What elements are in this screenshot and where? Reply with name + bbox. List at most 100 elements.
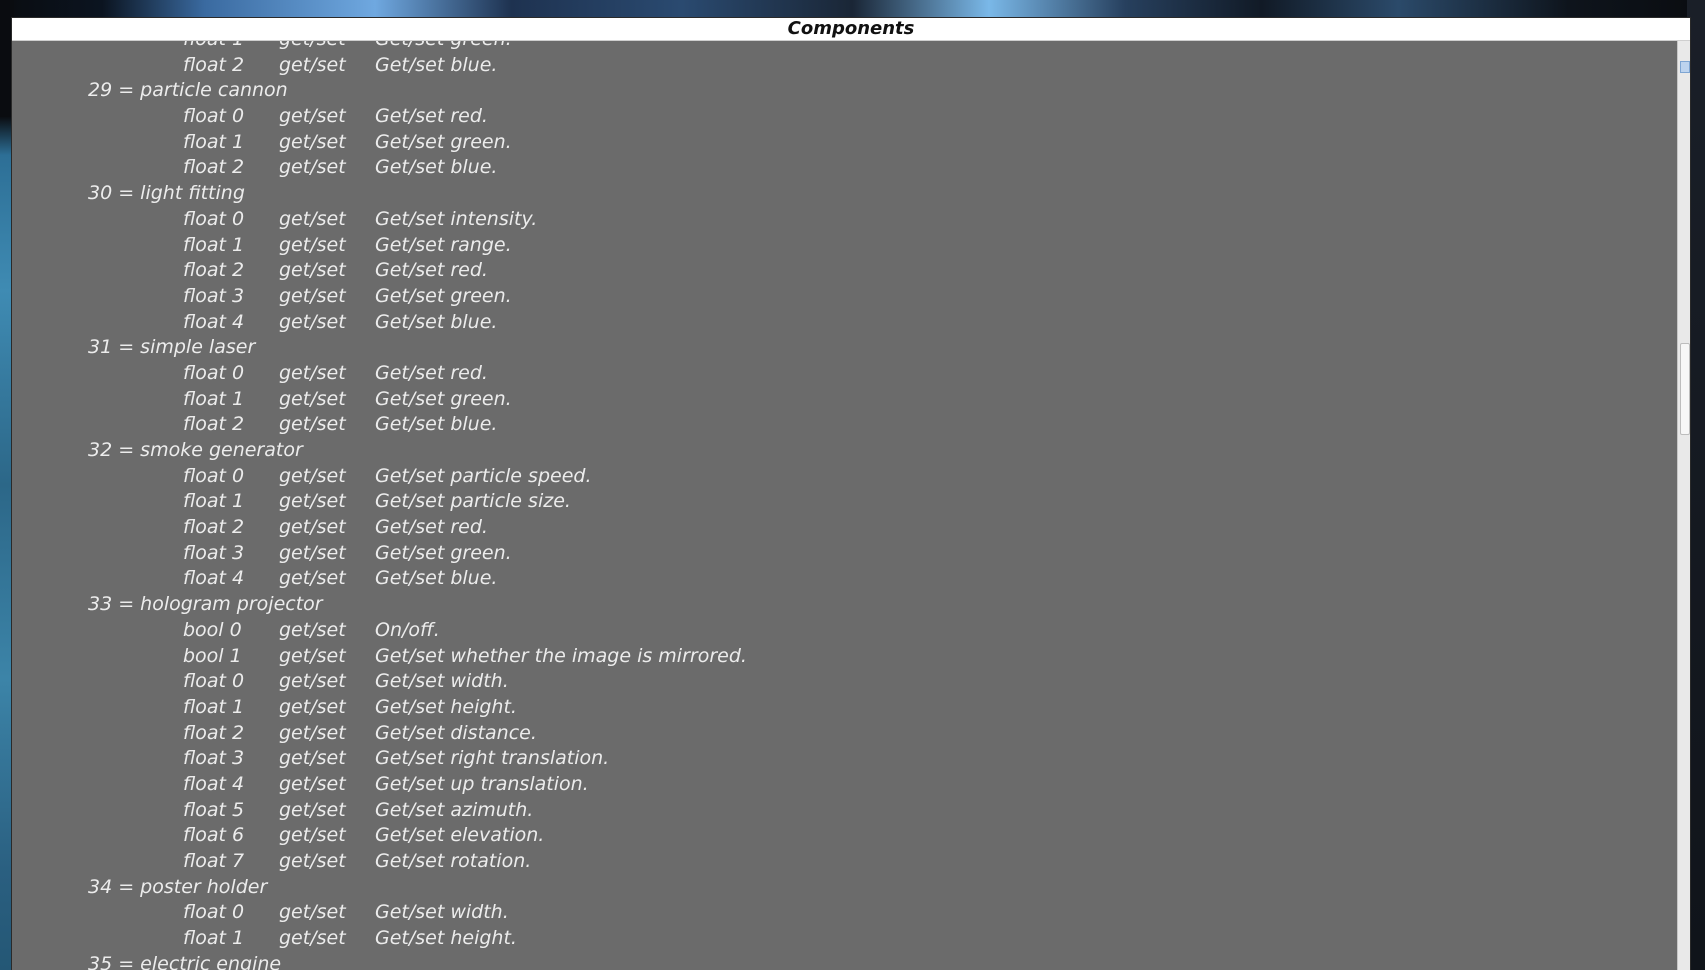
property-type: float 1 [183,490,245,513]
property-description: On/off. [375,618,440,641]
property-description: Get/set red. [375,105,488,128]
component-property-row: float 0 get/set Get/set red. [12,104,1672,130]
property-access: get/set [279,310,346,333]
property-type: float 4 [183,567,245,590]
property-access: get/set [279,387,346,410]
property-access: get/set [279,207,346,230]
property-type: float 0 [183,464,245,487]
property-type: float 4 [183,310,245,333]
property-description: Get/set distance. [375,721,537,744]
property-type: float 0 [183,670,245,693]
property-description: Get/set range. [375,233,512,256]
scroll-up-arrow[interactable] [1680,61,1690,73]
property-type: float 0 [183,207,245,230]
property-type: float 1 [183,695,245,718]
property-description: Get/set blue. [375,53,498,76]
component-header: 35 = electric engine [88,952,282,970]
property-type: float 1 [183,41,244,53]
component-property-row: float 2 get/set Get/set blue. [12,412,1672,438]
property-type: float 1 [183,130,245,153]
property-type: float 2 [183,516,245,539]
component-property-row: float 1 get/set Get/set green. [12,387,1672,413]
component-header-row: 33 = hologram projector [12,592,1672,618]
component-property-row: bool 1 get/set Get/set whether the image i… [12,644,1672,670]
component-property-row: float 4 get/set Get/set up translation. [12,772,1672,798]
property-access: get/set [279,798,346,821]
property-description: Get/set red. [375,259,488,282]
property-access: get/set [279,516,346,539]
component-property-row: float 6 get/set Get/set elevation. [12,823,1672,849]
property-type: float 0 [183,361,245,384]
property-description: Get/set green. [375,541,512,564]
property-description: Get/set green. [375,387,512,410]
property-description: Get/set green. [375,284,512,307]
property-description: Get/set up translation. [375,772,589,795]
component-property-row: float 2 get/set Get/set blue. [12,155,1672,181]
window-titlebar[interactable]: Components [12,18,1690,41]
property-description: Get/set particle size. [375,490,571,513]
property-description: Get/set blue. [375,156,498,179]
property-access: get/set [279,130,346,153]
component-property-row: float 1 get/set Get/set height. [12,926,1672,952]
property-description: Get/set red. [375,361,488,384]
window-title: Components [787,18,915,39]
property-type: bool 0 [183,618,242,641]
property-access: get/set [279,747,346,770]
component-property-row: float 1 get/set Get/set range. [12,233,1672,259]
property-description: Get/set rotation. [375,850,532,872]
property-access: get/set [279,541,346,564]
property-description: Get/set green. [375,130,512,153]
component-header-row: 34 = poster holder [12,875,1672,901]
property-type: float 2 [183,721,245,744]
property-type: float 2 [183,413,245,436]
property-access: get/set [279,721,346,744]
property-access: get/set [279,464,346,487]
component-property-row: float 4 get/set Get/set blue. [12,310,1672,336]
property-access: get/set [279,413,346,436]
property-access: get/set [279,41,346,53]
component-header-row: 31 = simple laser [12,335,1672,361]
property-access: get/set [279,850,346,872]
component-property-row: float 1 get/set Get/set height. [12,695,1672,721]
property-type: float 3 [183,284,245,307]
property-access: get/set [279,695,346,718]
property-type: float 5 [183,798,245,821]
property-description: Get/set width. [375,670,509,693]
property-access: get/set [279,233,346,256]
component-property-row: float 0 get/set Get/set width. [12,900,1672,926]
component-property-row: float 0 get/set Get/set width. [12,669,1672,695]
scrollbar-thumb[interactable] [1680,343,1690,435]
property-access: get/set [279,927,346,950]
property-access: get/set [279,284,346,307]
component-property-row: float 7 get/set Get/set rotation. [12,849,1672,875]
property-description: Get/set right translation. [375,747,610,770]
property-access: get/set [279,361,346,384]
property-description: Get/set width. [375,901,509,924]
property-access: get/set [279,824,346,847]
component-property-row: bool 0 get/set On/off. [12,618,1672,644]
component-header: 32 = smoke generator [88,439,303,461]
property-description: Get/set green. [375,41,512,53]
component-property-row: float 0 get/set Get/set particle speed. [12,464,1672,490]
property-access: get/set [279,567,346,590]
game-scene: Components float 1get/setGet/set green.f… [0,0,1705,970]
component-property-row: float 2 get/set Get/set red. [12,258,1672,284]
component-header-row: 30 = light fitting [12,181,1672,207]
property-access: get/set [279,490,346,513]
property-description: Get/set height. [375,695,517,718]
property-access: get/set [279,53,346,76]
property-type: float 4 [183,772,245,795]
components-text-area[interactable]: float 1 get/set Get/set green. float 2 get/s… [12,41,1680,970]
property-type: float 2 [183,259,245,282]
property-access: get/set [279,644,346,667]
component-property-row: float 1 get/set Get/set green. [12,41,1672,53]
component-header-row: 32 = smoke generator [12,438,1672,464]
component-property-row: float 0 get/set Get/set intensity. [12,207,1672,233]
component-property-row: float 1 get/set Get/set green. [12,130,1672,156]
property-type: float 6 [183,824,245,847]
property-description: Get/set blue. [375,310,498,333]
vertical-scrollbar[interactable] [1677,41,1690,970]
component-property-row: float 2 get/set Get/set distance. [12,721,1672,747]
components-window: Components float 1get/setGet/set green.f… [12,18,1690,970]
component-header: 30 = light fitting [88,182,245,205]
